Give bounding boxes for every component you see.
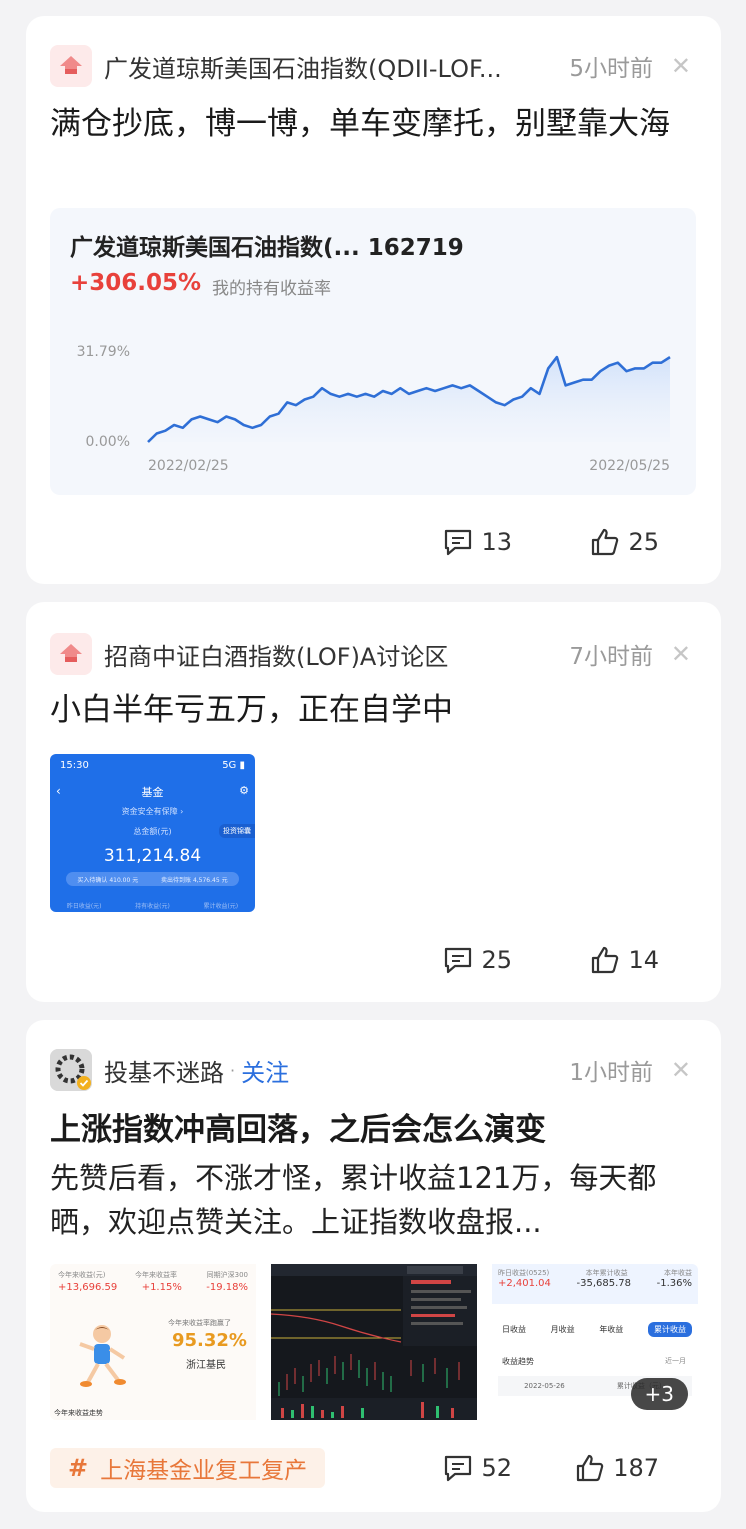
fund-source-icon [50,45,92,87]
fund-source-icon [50,633,92,675]
screen-title: 基金 [141,786,164,799]
post-body[interactable]: 先赞后看，不涨才怪，累计收益121万，每天都晒，欢迎点赞关注。上证指数收盘报..… [50,1156,697,1244]
runner-illustration [79,1325,126,1387]
post-image-1[interactable]: 今年来收益(元) 今年来收益率 同期沪深300 +13,696.59 +1.15% -1… [50,1264,256,1420]
chart-area [148,357,670,442]
comment-count: 13 [481,528,512,556]
like-button[interactable]: 14 [590,945,659,975]
author-name[interactable]: 投基不迷路 [104,1053,224,1088]
post-actions: 25 14 [50,940,697,980]
thumbs-up-icon [577,1454,604,1482]
screenshot-tabs: 昨日收益(元) 持有收益(元) 累计收益(元) [66,903,239,910]
post-actions: 13 25 [50,522,697,562]
total-amount: 311,214.84 [103,846,202,866]
safety-banner: 资金安全有保障 › [121,807,184,816]
return-line-chart: 31.79% 0.00% 2022/02/25 2022/05/25 [77,344,671,474]
comment-button[interactable]: 52 [443,1454,512,1482]
follow-button[interactable]: 关注 [241,1053,289,1088]
comment-button[interactable]: 25 [443,946,512,974]
thumb3-tabs: 日收益 月收益 年收益 累计收益 [502,1322,692,1337]
close-icon[interactable]: ✕ [671,1056,691,1084]
x-tick-label: 2022/05/25 [589,458,670,474]
post-header: 招商中证白酒指数(LOF)A讨论区 7小时前 ✕ [50,632,697,676]
thumbs-up-icon [592,528,619,556]
like-count: 187 [613,1454,659,1482]
thumb1-beat-label: 今年来收益率跑赢了 [168,1319,231,1327]
holding-chart-card[interactable]: 广发道琼斯美国石油指数(... 162719 +306.05% 我的持有收益率 … [50,208,696,495]
pending-in: 买入待确认 410.00 元 [77,876,139,884]
y-tick-label: 0.00% [86,434,130,450]
like-button[interactable]: 187 [575,1453,659,1483]
post-header: 投基不迷路 · 关注 1小时前 ✕ [50,1048,697,1092]
post-title[interactable]: 上涨指数冲高回落，之后会怎么演变 [50,1110,697,1150]
thumb1-beat-value: 95.32% [172,1330,247,1351]
like-count: 14 [628,946,659,974]
settings-icon: ⚙ [239,784,249,797]
separator-dot: · [230,1060,236,1080]
pending-bar: 买入待确认 410.00 元 卖出待到账 4,576.45 元 [66,872,239,886]
source-name[interactable]: 招商中证白酒指数(LOF)A讨论区 [104,637,448,672]
thumb1-footer: 今年来收益走势 [54,1409,103,1417]
post-title[interactable]: 满仓抄底，博一博，单车变摩托，别墅靠大海 [50,104,697,144]
source-name[interactable]: 广发道琼斯美国石油指数(QDII-LOF... [104,49,502,84]
close-icon[interactable]: ✕ [671,640,691,668]
status-time: 15:30 [60,759,89,771]
post-image-2[interactable] [271,1264,477,1420]
post-image-fund-screenshot[interactable]: 15:30 5G ▮ ‹ 基金 ⚙ 资金安全有保障 › 总金额(元) 投资锦囊 … [50,754,255,912]
post-card-1[interactable]: 广发道琼斯美国石油指数(QDII-LOF... 5小时前 ✕ 满仓抄底，博一博，… [26,16,721,584]
post-time: 5小时前 [569,56,653,82]
like-count: 25 [628,528,659,556]
thumbs-up-icon [592,946,619,974]
side-button: 投资锦囊 [219,824,255,838]
comment-count: 52 [481,1454,512,1482]
phone-status-bar: 15:30 5G ▮ [50,754,255,776]
post-actions: 52 187 [50,1448,697,1488]
thumb3-values: +2,401.04 -35,685.78 -1.36% [498,1278,692,1289]
post-header: 广发道琼斯美国石油指数(QDII-LOF... 5小时前 ✕ [50,44,697,88]
y-tick-label: 31.79% [77,344,130,360]
thumb1-values: +13,696.59 +1.15% -19.18% [58,1282,248,1293]
thumb3-labels: 昨日收益(0525) 本年累计收益 本年收益 [498,1269,692,1277]
thumb3-trend-label: 收益趋势 [502,1357,534,1366]
status-signal: 5G ▮ [222,759,245,771]
comment-icon [445,529,472,556]
close-icon[interactable]: ✕ [671,52,691,80]
post-title[interactable]: 小白半年亏五万，正在自学中 [50,690,697,730]
thumb1-labels: 今年来收益(元) 今年来收益率 同期沪深300 [58,1271,248,1279]
post-time: 7小时前 [569,644,653,670]
post-image-3[interactable]: 昨日收益(0525) 本年累计收益 本年收益 +2,401.04 -35,685.78… [492,1264,698,1420]
thumb3-period: 近一月 [665,1357,686,1365]
candlestick-chart [271,1264,477,1420]
post-time: 1小时前 [569,1060,653,1086]
like-button[interactable]: 25 [590,527,659,557]
post-card-2[interactable]: 招商中证白酒指数(LOF)A讨论区 7小时前 ✕ 小白半年亏五万，正在自学中 1… [26,602,721,1002]
comment-count: 25 [481,946,512,974]
x-tick-label: 2022/02/25 [148,458,229,474]
pending-out: 卖出待到账 4,576.45 元 [161,876,228,884]
post-card-3[interactable]: 投基不迷路 · 关注 1小时前 ✕ 上涨指数冲高回落，之后会怎么演变 先赞后看，… [26,1020,721,1512]
thumb1-region: 浙江基民 [186,1360,226,1371]
more-images-badge[interactable]: +3 [630,1378,688,1410]
user-avatar[interactable] [50,1049,92,1091]
comment-icon [445,1455,472,1482]
comment-button[interactable]: 13 [443,528,512,556]
comment-icon [445,947,472,974]
